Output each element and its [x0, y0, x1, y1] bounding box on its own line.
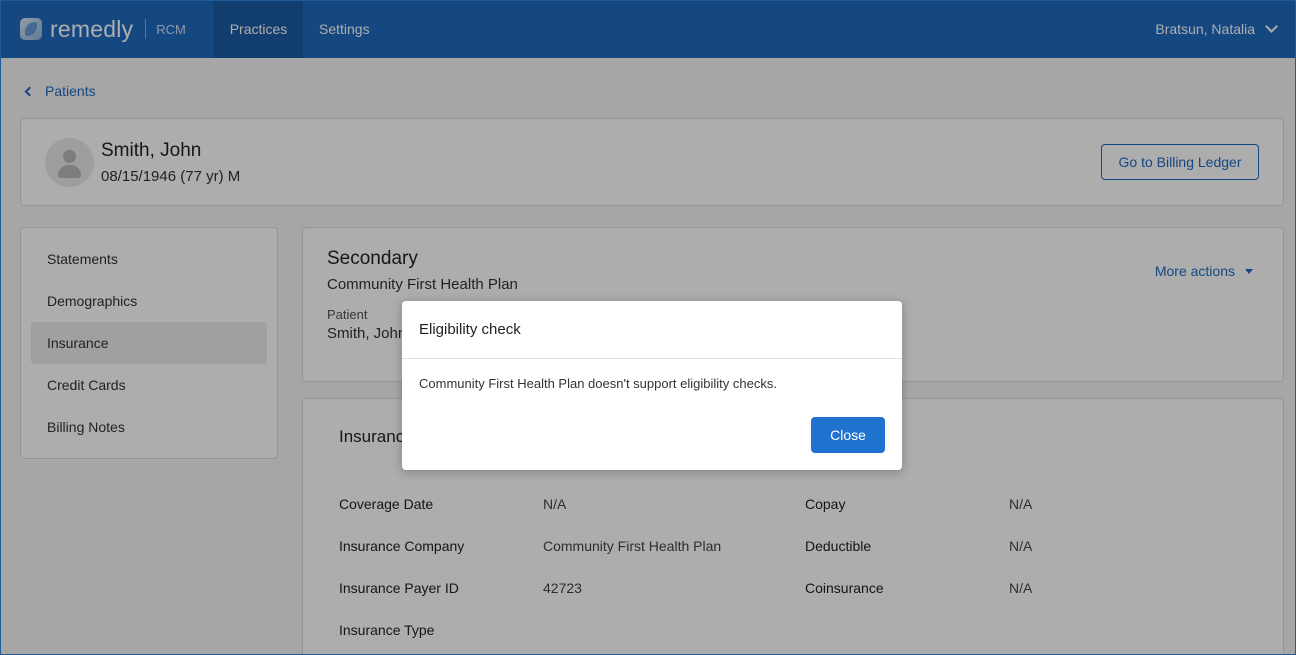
close-button[interactable]: Close — [811, 417, 885, 453]
modal-title: Eligibility check — [419, 321, 521, 338]
eligibility-check-modal: Eligibility check Community First Health… — [402, 301, 902, 470]
modal-message: Community First Health Plan doesn't supp… — [419, 376, 777, 391]
modal-divider — [402, 358, 902, 359]
